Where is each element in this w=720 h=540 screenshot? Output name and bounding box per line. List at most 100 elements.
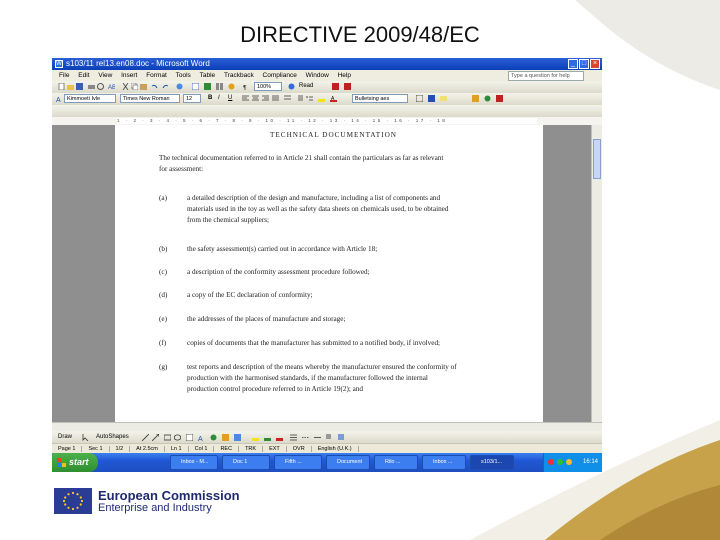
taskbar-button[interactable]: Rilo ... bbox=[374, 455, 418, 470]
highlight-icon[interactable] bbox=[318, 95, 325, 102]
status-ext[interactable]: EXT bbox=[269, 446, 287, 452]
styles-pane-icon[interactable]: A bbox=[56, 95, 63, 102]
spelling-icon[interactable]: ABC bbox=[108, 83, 115, 90]
align-right-icon[interactable] bbox=[262, 95, 269, 102]
line-icon[interactable] bbox=[142, 434, 149, 441]
bullets-icon[interactable] bbox=[306, 95, 313, 102]
oval-icon[interactable] bbox=[174, 434, 181, 441]
wordart-icon[interactable]: A bbox=[198, 434, 205, 441]
rectangle-icon[interactable] bbox=[164, 434, 171, 441]
draw-menu[interactable]: Draw bbox=[58, 431, 72, 443]
shading-icon[interactable] bbox=[428, 95, 435, 102]
numbering-icon[interactable] bbox=[296, 95, 303, 102]
tray-antivirus-icon[interactable] bbox=[548, 459, 554, 465]
menu-edit[interactable]: Edit bbox=[78, 72, 89, 79]
paste-icon[interactable] bbox=[140, 83, 147, 90]
pdf-icon[interactable] bbox=[332, 83, 339, 90]
taskbar-button-active[interactable]: s103/1... bbox=[470, 455, 514, 470]
style-select[interactable]: Kimmoeti Ivle bbox=[64, 94, 116, 103]
align-left-icon[interactable] bbox=[242, 95, 249, 102]
reviewing-icon[interactable] bbox=[496, 95, 503, 102]
clipart-icon[interactable] bbox=[222, 434, 229, 441]
status-rec[interactable]: REC bbox=[220, 446, 240, 452]
style-select-2[interactable]: Bulletsing aes bbox=[352, 94, 408, 103]
tray-network-icon[interactable] bbox=[557, 459, 563, 465]
menu-format[interactable]: Format bbox=[146, 72, 167, 79]
taskbar-button[interactable]: Document bbox=[326, 455, 370, 470]
menu-window[interactable]: Window bbox=[306, 72, 329, 79]
arrow-style-icon[interactable] bbox=[314, 434, 321, 441]
help-icon[interactable] bbox=[288, 83, 295, 90]
shadow-icon[interactable] bbox=[326, 434, 333, 441]
diagram-icon[interactable] bbox=[210, 434, 217, 441]
doc-intro-line-1: The technical documentation referred to … bbox=[159, 154, 444, 162]
cut-icon[interactable] bbox=[122, 83, 129, 90]
line-spacing-icon[interactable] bbox=[284, 95, 291, 102]
tray-volume-icon[interactable] bbox=[566, 459, 572, 465]
maximize-button[interactable]: □ bbox=[579, 59, 589, 69]
table-icon[interactable] bbox=[192, 83, 199, 90]
start-button[interactable]: start bbox=[52, 453, 98, 472]
font-color-icon[interactable]: A bbox=[330, 95, 337, 102]
menu-help[interactable]: Help bbox=[338, 72, 351, 79]
doc-heading: TECHNICAL DOCUMENTATION bbox=[270, 131, 397, 139]
picture-icon[interactable] bbox=[234, 434, 241, 441]
menu-trackback[interactable]: Trackback bbox=[224, 72, 254, 79]
hyperlink-icon[interactable] bbox=[176, 83, 183, 90]
vertical-scrollbar[interactable] bbox=[591, 125, 602, 422]
print-preview-icon[interactable] bbox=[97, 83, 104, 90]
font-color-icon[interactable] bbox=[276, 434, 283, 441]
status-ovr[interactable]: OVR bbox=[292, 446, 312, 452]
vertical-scroll-thumb[interactable] bbox=[593, 139, 601, 179]
line-style-icon[interactable] bbox=[290, 434, 297, 441]
help-question-input[interactable]: Type a question for help bbox=[508, 71, 584, 81]
copy-icon[interactable] bbox=[131, 83, 138, 90]
justify-icon[interactable] bbox=[272, 95, 279, 102]
menu-table[interactable]: Table bbox=[200, 72, 216, 79]
align-center-icon[interactable] bbox=[252, 95, 259, 102]
open-folder-icon[interactable] bbox=[67, 83, 74, 90]
menu-file[interactable]: File bbox=[59, 72, 69, 79]
dash-style-icon[interactable] bbox=[302, 434, 309, 441]
zoom-select[interactable]: 100% bbox=[254, 82, 282, 91]
menu-compliance[interactable]: Compliance bbox=[263, 72, 297, 79]
taskbar-button[interactable]: Inbox ... bbox=[422, 455, 466, 470]
taskbar-button[interactable]: Fifth ... bbox=[274, 455, 322, 470]
taskbar-button[interactable]: Doc 1 bbox=[222, 455, 270, 470]
font-size-select[interactable]: 12 bbox=[183, 94, 201, 103]
close-button[interactable]: × bbox=[590, 59, 600, 69]
bold-button[interactable]: B bbox=[208, 94, 212, 103]
line-color-icon[interactable] bbox=[264, 434, 271, 441]
fill-color-icon[interactable] bbox=[252, 434, 259, 441]
arrow-icon[interactable] bbox=[152, 434, 159, 441]
font-select[interactable]: Times New Roman bbox=[120, 94, 180, 103]
track-changes-icon[interactable] bbox=[472, 95, 479, 102]
new-document-icon[interactable] bbox=[58, 83, 65, 90]
research-icon[interactable] bbox=[484, 95, 491, 102]
excel-icon[interactable] bbox=[204, 83, 211, 90]
menu-tools[interactable]: Tools bbox=[176, 72, 191, 79]
print-icon[interactable] bbox=[88, 83, 95, 90]
drawing-icon[interactable] bbox=[228, 83, 235, 90]
autoshapes-menu[interactable]: AutoShapes bbox=[96, 431, 129, 443]
textbox-icon[interactable] bbox=[186, 434, 193, 441]
minimize-button[interactable]: _ bbox=[568, 59, 578, 69]
undo-icon[interactable] bbox=[151, 83, 158, 90]
window-titlebar: W s103/11 rel13.en08.doc - Microsoft Wor… bbox=[52, 58, 602, 70]
status-trk[interactable]: TRK bbox=[245, 446, 264, 452]
columns-icon[interactable] bbox=[216, 83, 223, 90]
menu-view[interactable]: View bbox=[98, 72, 112, 79]
save-icon[interactable] bbox=[76, 83, 83, 90]
read-button[interactable]: Read bbox=[299, 82, 313, 91]
underline-button[interactable]: U bbox=[228, 94, 232, 103]
select-objects-icon[interactable] bbox=[82, 434, 89, 441]
pdf-email-icon[interactable] bbox=[344, 83, 351, 90]
border-icon[interactable] bbox=[416, 95, 423, 102]
comment-icon[interactable] bbox=[440, 95, 447, 102]
show-hide-icon[interactable]: ¶ bbox=[242, 83, 249, 90]
taskbar-button[interactable]: Inbox - M... bbox=[170, 455, 218, 470]
menu-insert[interactable]: Insert bbox=[121, 72, 137, 79]
redo-icon[interactable] bbox=[162, 83, 169, 90]
italic-button[interactable]: I bbox=[218, 94, 220, 103]
3d-icon[interactable] bbox=[338, 434, 345, 441]
